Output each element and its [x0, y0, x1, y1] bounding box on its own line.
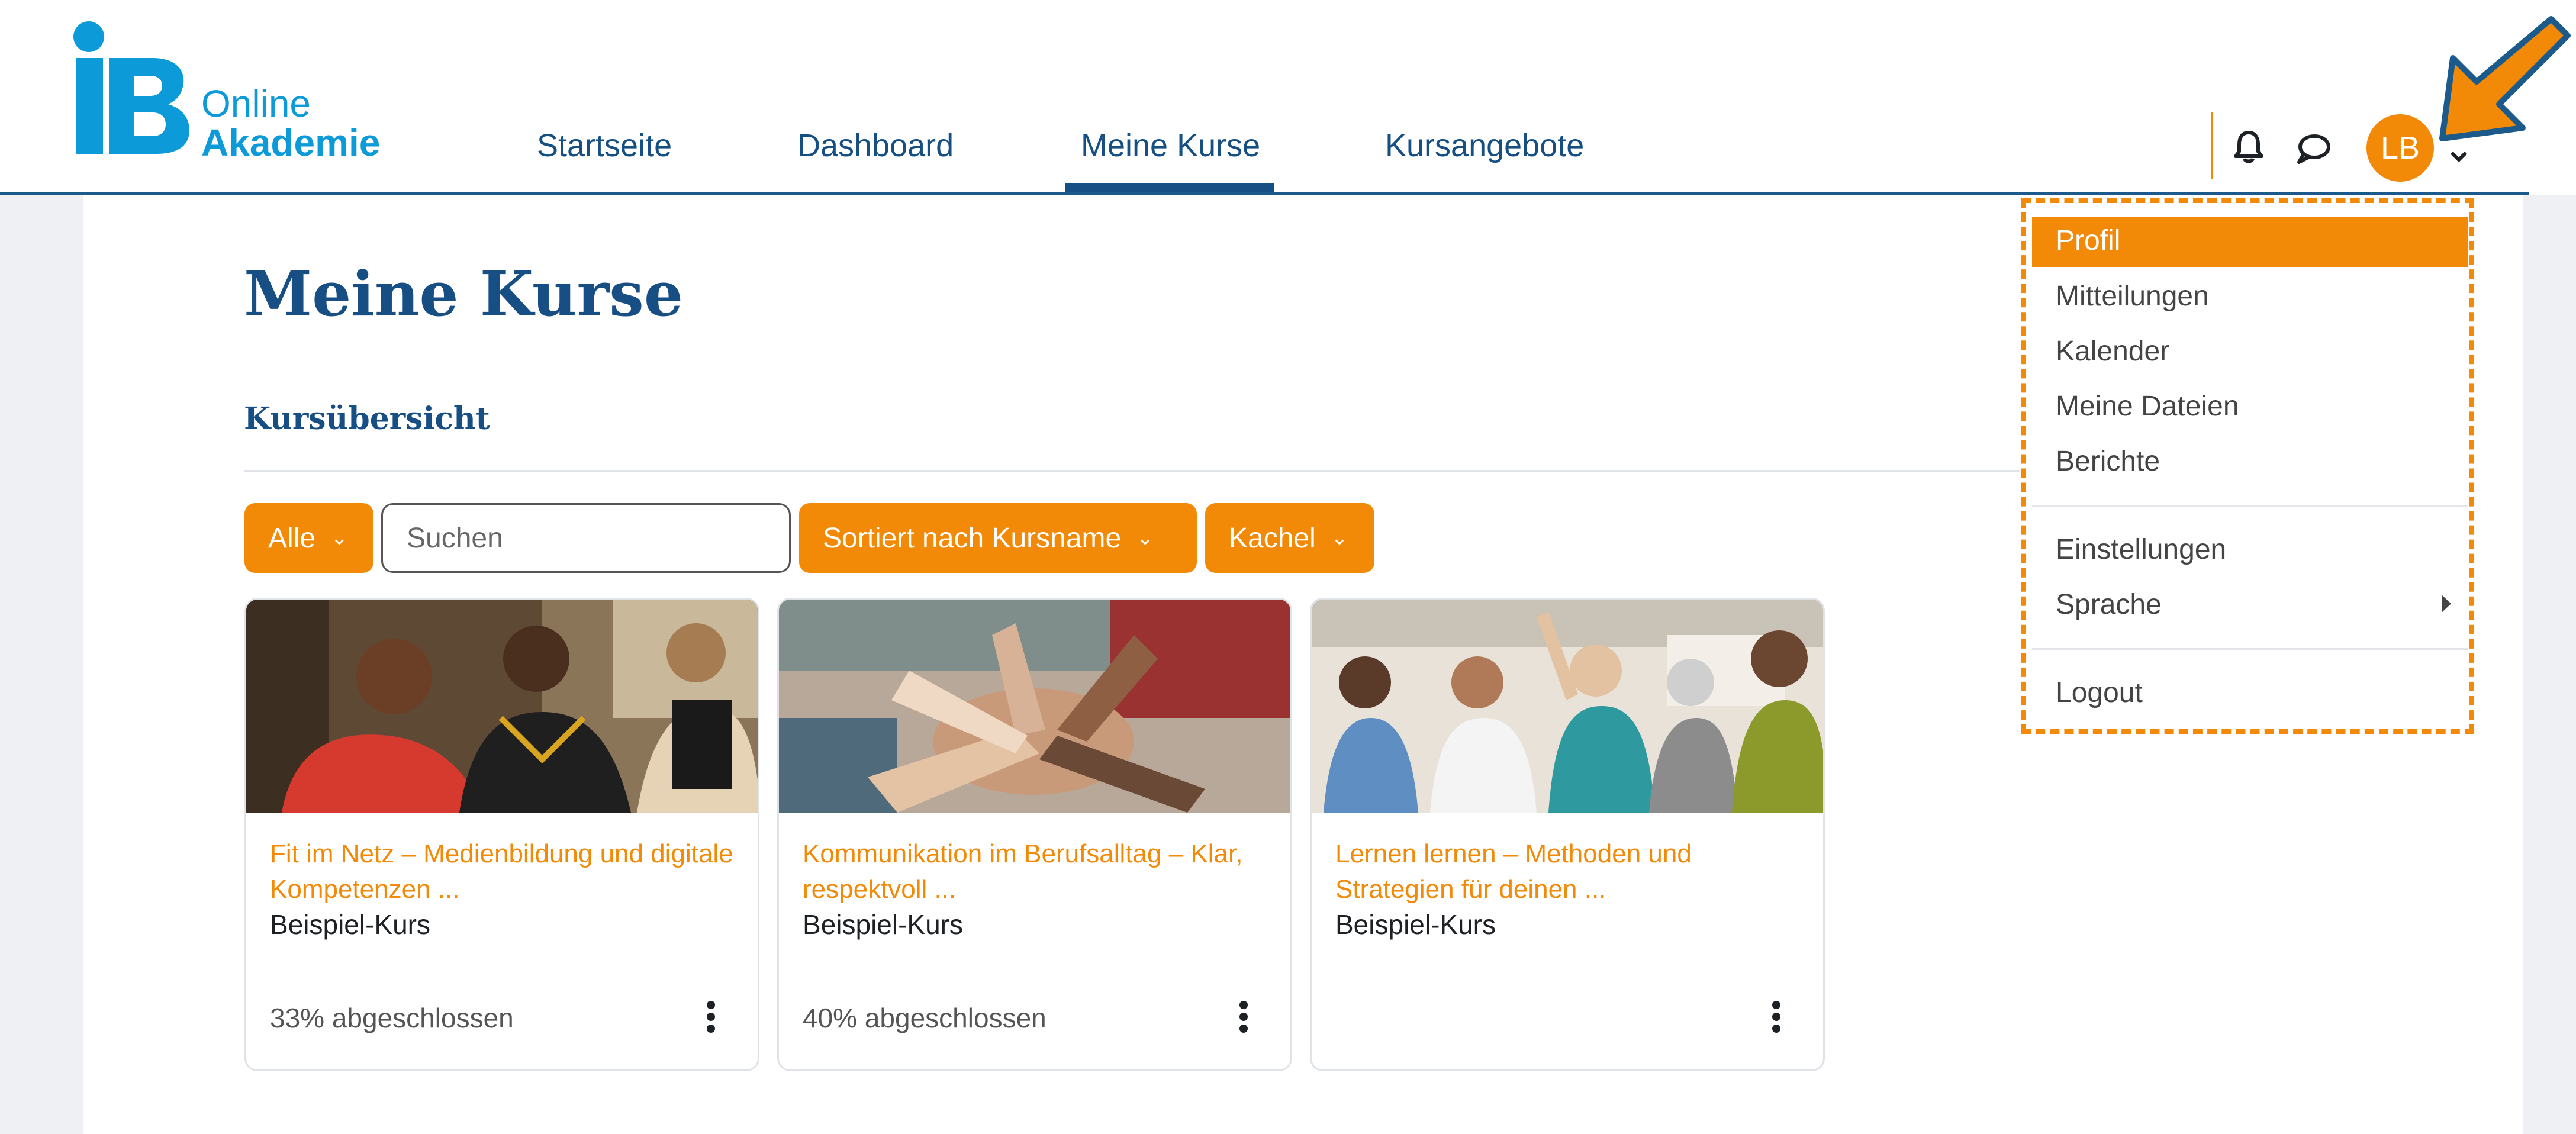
logo-text-akademie: Akademie: [201, 121, 381, 164]
course-progress: 33% abgeschlossen: [270, 1003, 514, 1033]
menu-item-logout[interactable]: Logout: [2056, 676, 2143, 709]
menu-item-mitteilungen[interactable]: Mitteilungen: [2056, 280, 2209, 313]
sort-button[interactable]: Sortiert nach Kursname ⌄: [799, 503, 1197, 573]
menu-item-meine-dateien[interactable]: Meine Dateien: [2056, 390, 2239, 423]
view-mode-label: Kachel: [1229, 522, 1316, 554]
bell-icon[interactable]: [2233, 129, 2265, 165]
dot: [707, 1025, 715, 1033]
dot: [707, 1001, 715, 1009]
dot: [1772, 1025, 1780, 1033]
course-image: [246, 600, 758, 813]
dot: [1772, 1001, 1780, 1009]
course-menu-icon[interactable]: [1235, 996, 1252, 1038]
dot: [1772, 1013, 1780, 1021]
chevron-down-icon[interactable]: [2448, 149, 2469, 163]
sort-label: Sortiert nach Kursname: [823, 522, 1122, 554]
page-title: Meine Kurse: [244, 257, 684, 330]
menu-item-kalender[interactable]: Kalender: [2056, 335, 2169, 368]
chevron-down-icon: ⌄: [1136, 527, 1154, 549]
search-input[interactable]: Suchen: [381, 503, 791, 573]
status-filter-button[interactable]: Alle ⌄: [244, 503, 373, 573]
nav-item-dashboard[interactable]: Dashboard: [797, 127, 954, 164]
menu-divider: [2032, 505, 2468, 507]
chevron-down-icon: ⌄: [1331, 527, 1348, 549]
chevron-down-icon: ⌄: [331, 527, 348, 549]
course-title[interactable]: Fit im Netz – Medienbildung und digitale…: [270, 836, 738, 907]
course-progress: 40% abgeschlossen: [803, 1003, 1046, 1033]
section-divider: [244, 470, 2020, 472]
view-mode-button[interactable]: Kachel ⌄: [1205, 503, 1374, 573]
course-card[interactable]: Kommunikation im Berufsalltag – Klar, re…: [777, 598, 1292, 1071]
course-category: Beispiel-Kurs: [1335, 909, 1496, 940]
course-category: Beispiel-Kurs: [270, 909, 430, 940]
course-card[interactable]: Lernen lernen – Methoden und Strategien …: [1310, 598, 1825, 1071]
course-title[interactable]: Lernen lernen – Methoden und Strategien …: [1335, 836, 1803, 907]
ib-logo-mark: [73, 21, 189, 154]
course-card[interactable]: Fit im Netz – Medienbildung und digitale…: [244, 598, 759, 1071]
menu-item-sprache[interactable]: Sprache: [2056, 588, 2162, 621]
menu-item-einstellungen[interactable]: Einstellungen: [2056, 533, 2226, 566]
menu-item-berichte[interactable]: Berichte: [2056, 445, 2160, 478]
ib-logo[interactable]: Online Akademie: [64, 21, 395, 164]
page-left-margin: [0, 195, 83, 1134]
nav-item-meine-kurse[interactable]: Meine Kurse: [1081, 127, 1260, 164]
caret-right-icon: [2442, 595, 2451, 613]
nav-item-startseite[interactable]: Startseite: [537, 127, 672, 164]
chat-bubble-icon[interactable]: [2295, 133, 2331, 166]
top-navbar: Online Akademie Startseite Dashboard Mei…: [0, 0, 2529, 195]
section-title: Kursübersicht: [244, 401, 490, 437]
user-menu-dropdown: Profil Mitteilungen Kalender Meine Datei…: [2021, 198, 2474, 734]
status-filter-label: Alle: [268, 522, 316, 554]
page-right-margin: [2523, 195, 2576, 1134]
dot: [1239, 1025, 1248, 1033]
course-menu-icon[interactable]: [702, 996, 720, 1038]
dot: [1239, 1001, 1248, 1009]
course-title[interactable]: Kommunikation im Berufsalltag – Klar, re…: [803, 836, 1270, 907]
annotation-arrow-icon: [2439, 16, 2571, 141]
menu-item-profil[interactable]: Profil: [2032, 217, 2468, 267]
nav-item-kursangebote[interactable]: Kursangebote: [1385, 127, 1584, 164]
user-avatar[interactable]: LB: [2366, 114, 2434, 182]
header-divider: [2211, 112, 2213, 179]
dot: [707, 1013, 715, 1021]
dot: [1239, 1013, 1248, 1021]
menu-item-label: Profil: [2056, 225, 2121, 256]
logo-text-online: Online: [201, 82, 311, 125]
course-menu-icon[interactable]: [1767, 996, 1785, 1038]
course-image: [1312, 600, 1823, 813]
nav-active-indicator: [1065, 183, 1274, 192]
menu-divider: [2032, 648, 2468, 650]
course-category: Beispiel-Kurs: [803, 909, 963, 940]
course-image: [779, 600, 1290, 813]
